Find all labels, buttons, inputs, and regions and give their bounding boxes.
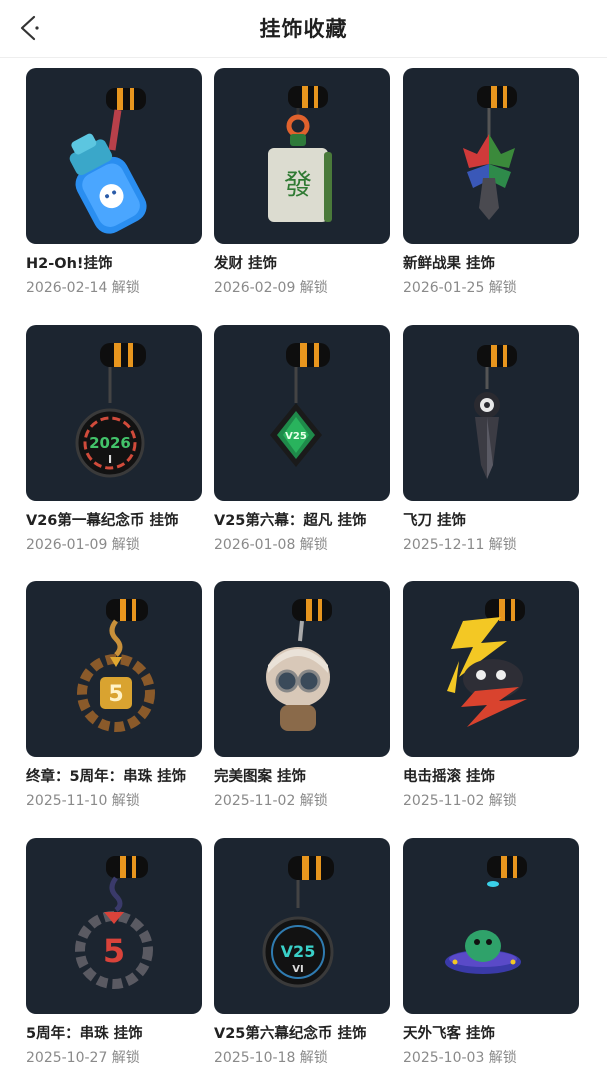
- unlock-date: 2026-01-08 解锁: [214, 537, 328, 553]
- charm-thumbnail[interactable]: 5: [26, 838, 202, 1014]
- v25-coin-charm-icon: V25 VI: [262, 856, 334, 988]
- charm-thumbnail[interactable]: 發: [214, 68, 390, 244]
- goggles-character-charm-icon: [266, 599, 332, 731]
- unlock-date: 2025-10-27 解锁: [26, 1050, 140, 1066]
- unlock-date: 2025-10-03 解锁: [403, 1050, 517, 1066]
- unlock-date: 2025-12-11 解锁: [403, 537, 517, 553]
- unlock-date: 2026-01-25 解锁: [403, 280, 517, 296]
- charm-card[interactable]: 天外飞客 挂饰 2025-10-03 解锁: [403, 838, 579, 1067]
- charm-thumbnail[interactable]: V25: [214, 325, 390, 501]
- charm-thumbnail[interactable]: 5: [26, 581, 202, 757]
- charm-card[interactable]: V25 V25第六幕：超凡 挂饰 2026-01-08 解锁: [214, 325, 390, 554]
- charm-name: 5周年：串珠 挂饰: [26, 1026, 143, 1042]
- charm-thumbnail[interactable]: [26, 68, 202, 244]
- unlock-date: 2026-02-14 解锁: [26, 280, 140, 296]
- svg-text:發: 發: [284, 168, 312, 201]
- charm-name: V26第一幕纪念币 挂饰: [26, 513, 179, 529]
- charm-thumbnail[interactable]: V25 VI: [214, 838, 390, 1014]
- v25-diamond-charm-icon: V25: [270, 343, 330, 467]
- fruit-leaf-charm-icon: [463, 86, 517, 220]
- charm-card[interactable]: 飞刀 挂饰 2025-12-11 解锁: [403, 325, 579, 554]
- unlock-date: 2026-02-09 解锁: [214, 280, 328, 296]
- charm-thumbnail[interactable]: [403, 838, 579, 1014]
- kunai-charm-icon: [474, 345, 517, 479]
- unlock-date: 2025-10-18 解锁: [214, 1050, 328, 1066]
- charm-card[interactable]: 完美图案 挂饰 2025-11-02 解锁: [214, 581, 390, 810]
- unlock-date: 2025-11-02 解锁: [403, 793, 517, 809]
- charm-name: V25第六幕纪念币 挂饰: [214, 1026, 367, 1042]
- charm-card[interactable]: 發 发财 挂饰 2026-02-09 解锁: [214, 68, 390, 297]
- svg-text:V25: V25: [285, 431, 307, 442]
- charm-card[interactable]: 电击摇滚 挂饰 2025-11-02 解锁: [403, 581, 579, 810]
- gold-5-bead-ring-charm-icon: 5: [77, 599, 155, 732]
- svg-text:5: 5: [108, 682, 123, 707]
- unlock-date: 2025-11-10 解锁: [26, 793, 140, 809]
- v26-coin-charm-icon: 2026 I: [75, 343, 146, 478]
- red-5-bead-ring-charm-icon: 5: [75, 856, 153, 989]
- charm-thumbnail[interactable]: 2026 I: [26, 325, 202, 501]
- charm-thumbnail[interactable]: [214, 581, 390, 757]
- svg-text:V25: V25: [281, 942, 316, 961]
- charm-thumbnail[interactable]: [403, 68, 579, 244]
- mahjong-tile-charm-icon: 發: [268, 86, 332, 222]
- charm-card[interactable]: 5 终章：5周年：串珠 挂饰 2025-11-10 解锁: [26, 581, 202, 810]
- charm-thumbnail[interactable]: [403, 325, 579, 501]
- charm-card[interactable]: 5 5周年：串珠 挂饰 2025-10-27 解锁: [26, 838, 202, 1067]
- charm-name: 发财 挂饰: [214, 256, 278, 272]
- charm-name: 电击摇滚 挂饰: [403, 769, 496, 785]
- charm-name: 新鲜战果 挂饰: [403, 256, 496, 272]
- charm-name: 完美图案 挂饰: [214, 769, 307, 785]
- top-bar: 挂饰收藏: [0, 0, 607, 58]
- lightning-critter-charm-icon: [447, 599, 527, 727]
- charm-card[interactable]: H2-Oh!挂饰 2026-02-14 解锁: [26, 68, 202, 297]
- charm-name: H2-Oh!挂饰: [26, 256, 113, 272]
- svg-text:2026: 2026: [89, 434, 131, 452]
- charm-name: 天外飞客 挂饰: [403, 1026, 496, 1042]
- charm-card[interactable]: 新鲜战果 挂饰 2026-01-25 解锁: [403, 68, 579, 297]
- ufo-charm-icon: [445, 856, 527, 974]
- charm-name: 终章：5周年：串珠 挂饰: [26, 769, 187, 785]
- svg-text:5: 5: [103, 932, 125, 970]
- unlock-date: 2026-01-09 解锁: [26, 537, 140, 553]
- water-bottle-charm-icon: [69, 88, 147, 234]
- charm-name: V25第六幕：超凡 挂饰: [214, 513, 367, 529]
- svg-text:VI: VI: [292, 964, 303, 975]
- unlock-date: 2025-11-02 解锁: [214, 793, 328, 809]
- svg-text:I: I: [108, 453, 112, 466]
- charm-name: 飞刀 挂饰: [403, 513, 467, 529]
- charm-card[interactable]: 2026 I V26第一幕纪念币 挂饰 2026-01-09 解锁: [26, 325, 202, 554]
- charm-thumbnail[interactable]: [403, 581, 579, 757]
- charm-card[interactable]: V25 VI V25第六幕纪念币 挂饰 2025-10-18 解锁: [214, 838, 390, 1067]
- page-title: 挂饰收藏: [259, 17, 348, 41]
